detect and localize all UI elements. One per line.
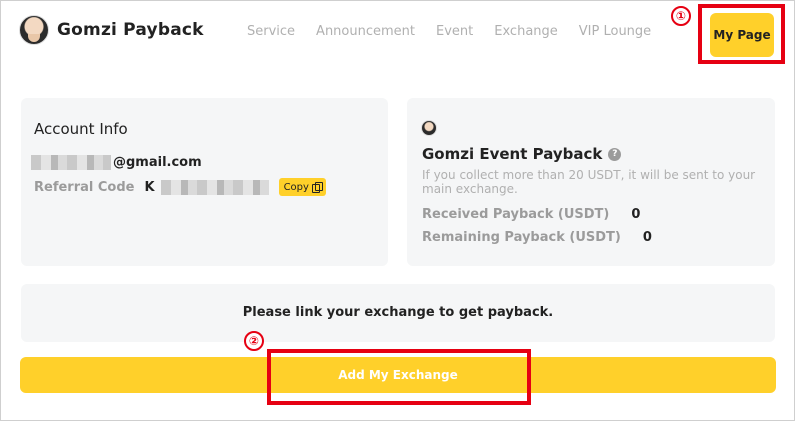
received-payback-value: 0 bbox=[631, 207, 641, 222]
event-title: Gomzi Event Payback bbox=[422, 145, 603, 163]
email-redacted bbox=[31, 155, 111, 170]
nav-item-announcement[interactable]: Announcement bbox=[316, 24, 415, 39]
account-info-title: Account Info bbox=[34, 120, 128, 138]
remaining-payback-row: Remaining Payback (USDT) 0 bbox=[422, 230, 652, 245]
copy-label: Copy bbox=[283, 181, 309, 193]
my-page-highlight: My Page bbox=[698, 4, 785, 64]
help-icon[interactable]: ? bbox=[608, 147, 622, 161]
annotation-marker-2: ② bbox=[244, 331, 264, 351]
copy-icon bbox=[311, 182, 323, 193]
add-my-exchange-button[interactable]: Add My Exchange bbox=[20, 357, 776, 393]
referral-code-redacted bbox=[160, 179, 269, 195]
referral-label: Referral Code bbox=[34, 179, 135, 195]
nav-item-exchange[interactable]: Exchange bbox=[494, 24, 558, 39]
account-info-card: Account Info @gmail.com Referral Code K … bbox=[21, 98, 388, 266]
referral-prefix: K bbox=[144, 179, 155, 195]
email-suffix: @gmail.com bbox=[113, 155, 202, 170]
top-header: Gomzi Payback Service Announcement Event… bbox=[1, 1, 795, 67]
email-row: @gmail.com bbox=[31, 155, 202, 170]
logo-link[interactable]: Gomzi Payback bbox=[19, 15, 204, 45]
remaining-payback-value: 0 bbox=[642, 230, 652, 245]
main-nav: Service Announcement Event Exchange VIP … bbox=[247, 24, 672, 39]
event-title-row: Gomzi Event Payback ? bbox=[422, 145, 622, 163]
avatar-logo-icon bbox=[19, 15, 49, 45]
copy-button[interactable]: Copy bbox=[278, 178, 326, 196]
avatar-small-icon bbox=[421, 120, 437, 136]
nav-item-event[interactable]: Event bbox=[436, 24, 473, 39]
link-exchange-prompt: Please link your exchange to get payback… bbox=[242, 305, 554, 320]
brand-name: Gomzi Payback bbox=[57, 20, 204, 40]
annotation-marker-1: ① bbox=[671, 6, 691, 26]
received-payback-row: Received Payback (USDT) 0 bbox=[422, 207, 640, 222]
my-page-button[interactable]: My Page bbox=[710, 13, 774, 57]
nav-item-service[interactable]: Service bbox=[247, 24, 295, 39]
referral-row: Referral Code K Copy bbox=[34, 178, 326, 196]
received-payback-label: Received Payback (USDT) bbox=[422, 207, 610, 222]
remaining-payback-label: Remaining Payback (USDT) bbox=[422, 230, 621, 245]
event-payback-card: Gomzi Event Payback ? If you collect mor… bbox=[407, 98, 775, 266]
nav-item-vip-lounge[interactable]: VIP Lounge bbox=[579, 24, 651, 39]
event-description: If you collect more than 20 USDT, it wil… bbox=[422, 168, 756, 196]
link-exchange-card: Please link your exchange to get payback… bbox=[21, 284, 775, 342]
